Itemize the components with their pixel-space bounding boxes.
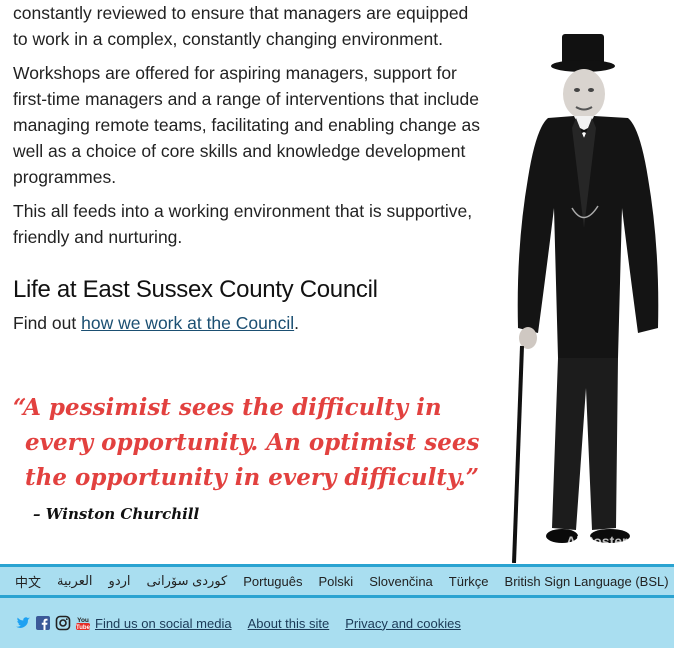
- section-title: Life at East Sussex County Council: [13, 276, 378, 303]
- lang-bsl[interactable]: British Sign Language (BSL): [505, 574, 669, 589]
- youtube-tube-text: Tube: [76, 625, 91, 631]
- privacy-cookies-link[interactable]: Privacy and cookies: [345, 616, 461, 631]
- lang-urdu[interactable]: اردو: [109, 573, 131, 589]
- churchill-photo: AllPosters: [512, 34, 659, 563]
- footer-bar: You Tube Find us on social media About t…: [0, 598, 674, 648]
- how-we-work-link[interactable]: how we work at the Council: [81, 313, 294, 333]
- photo-watermark: AllPosters: [566, 533, 635, 549]
- quote-line-2: every opportunity. An optimist sees: [25, 429, 480, 456]
- lang-slovak[interactable]: Slovenčina: [369, 574, 433, 589]
- lang-chinese[interactable]: 中文: [15, 572, 41, 591]
- find-out-text: Find out how we work at the Council.: [13, 310, 483, 336]
- find-out-suffix: .: [294, 313, 300, 333]
- churchill-quote: “A pessimist sees the difficulty in ever…: [13, 390, 483, 495]
- lang-arabic[interactable]: العربية: [57, 573, 93, 589]
- find-out-prefix: Find out: [13, 313, 82, 333]
- youtube-you-text: You: [77, 617, 89, 624]
- lang-polish[interactable]: Polski: [319, 574, 354, 589]
- paragraph-environment: This all feeds into a working environmen…: [13, 201, 473, 247]
- main-content: constantly reviewed to ensure that manag…: [13, 0, 483, 336]
- facebook-icon[interactable]: [35, 615, 51, 631]
- paragraph-managers: constantly reviewed to ensure that manag…: [13, 3, 469, 49]
- youtube-icon[interactable]: You Tube: [75, 615, 91, 631]
- language-bar: 中文 العربية اردو کوردی سۆرانی Português P…: [0, 564, 674, 598]
- lang-turkish[interactable]: Türkçe: [449, 574, 489, 589]
- twitter-icon[interactable]: [15, 615, 31, 631]
- quote-author: – Winston Churchill: [33, 505, 200, 523]
- instagram-icon[interactable]: [55, 615, 71, 631]
- quote-line-1: “A pessimist sees the difficulty in: [13, 394, 442, 421]
- paragraph-workshops: Workshops are offered for aspiring manag…: [13, 63, 480, 187]
- quote-line-3: the opportunity in every difficulty.”: [25, 464, 479, 491]
- about-site-link[interactable]: About this site: [248, 616, 330, 631]
- lang-portuguese[interactable]: Português: [243, 574, 302, 589]
- social-media-link[interactable]: Find us on social media: [95, 616, 232, 631]
- quote-block: “A pessimist sees the difficulty in ever…: [13, 390, 483, 523]
- lang-kurdish[interactable]: کوردی سۆرانی: [147, 573, 228, 589]
